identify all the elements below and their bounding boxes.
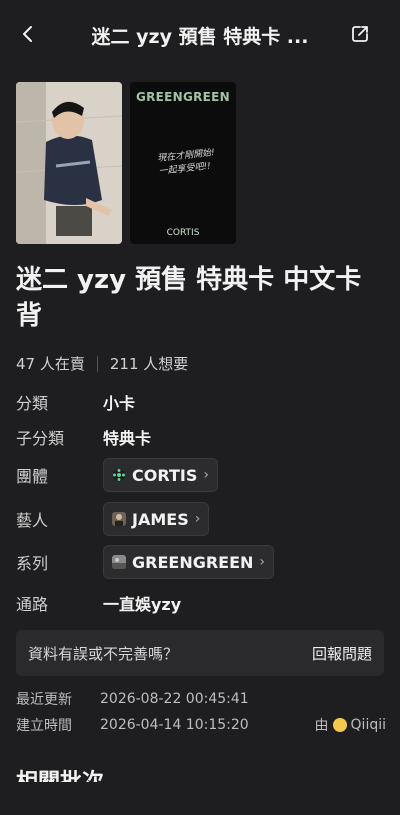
stats-divider — [96, 355, 98, 372]
created-row: 建立時間 2026-04-14 10:15:20 由 Qiiqii — [16, 714, 386, 736]
creator-avatar — [332, 718, 347, 732]
detail-label: 分類 — [16, 394, 49, 413]
cortis-logo-icon — [113, 469, 125, 481]
detail-label: 團體 — [16, 467, 49, 486]
report-box: 資料有誤或不完善嗎？ 回報問題 — [16, 630, 384, 676]
artist-name: JAMES — [132, 509, 189, 529]
updated-value: 2026-08-22 00:45:41 — [100, 691, 249, 707]
detail-value: 特典卡 — [103, 429, 152, 448]
detail-label: 藝人 — [16, 511, 49, 530]
detail-value: 一直娛yzy — [103, 595, 182, 614]
chevron-left-icon — [23, 26, 32, 42]
detail-row-subcategory: 子分類 特典卡 — [16, 421, 386, 453]
top-bar: 迷二 yzy 預售 特典卡 ... — [0, 0, 400, 70]
updated-label: 最近更新 — [16, 692, 72, 708]
detail-row-group: 團體 CORTIS › — [16, 458, 386, 492]
detail-label: 通路 — [16, 595, 49, 614]
group-name: CORTIS — [132, 465, 198, 485]
report-issue-button[interactable]: 回報問題 — [312, 643, 372, 664]
back-button[interactable] — [14, 20, 42, 48]
created-label: 建立時間 — [16, 718, 72, 734]
detail-value: 小卡 — [103, 394, 136, 413]
chevron-right-icon: › — [203, 467, 209, 483]
series-name: GREENGREEN — [132, 552, 254, 572]
card-front-image[interactable] — [16, 82, 122, 244]
stats-bar: 47 人在賣 211 人想要 — [16, 353, 188, 374]
created-value: 2026-04-14 10:15:20 — [100, 717, 249, 733]
wanting-count[interactable]: 211 人想要 — [110, 353, 188, 374]
card-back-logo: CORTIS — [166, 228, 200, 238]
card-back-image[interactable]: GREENGREEN 現在才剛開始! 一起享受吧!! CORTIS — [130, 82, 236, 244]
chevron-right-icon: › — [259, 554, 266, 570]
share-button[interactable] — [346, 20, 374, 48]
by-label: 由 — [314, 718, 329, 734]
related-batches-heading: 相關批次 — [16, 768, 104, 782]
detail-label: 系列 — [16, 554, 49, 573]
creator-name: Qiiqii — [350, 717, 386, 733]
series-chip[interactable]: GREENGREEN › — [103, 545, 275, 579]
detail-row-category: 分類 小卡 — [16, 386, 386, 418]
artist-avatar — [112, 512, 126, 526]
page-title: 迷二 yzy 預售 特典卡 中文卡背 — [16, 265, 362, 331]
group-chip[interactable]: CORTIS › — [103, 458, 218, 492]
detail-label: 子分類 — [16, 429, 65, 448]
series-thumbnail — [112, 555, 126, 569]
page-header-title: 迷二 yzy 預售 特典卡 ... — [91, 26, 309, 48]
share-icon — [352, 26, 368, 42]
artist-chip[interactable]: JAMES › — [103, 502, 210, 536]
selling-count[interactable]: 47 人在賣 — [16, 353, 85, 374]
chevron-right-icon: › — [194, 511, 201, 527]
card-back-handwriting: 現在才剛開始! 一起享受吧!! — [156, 148, 216, 177]
card-front-illustration — [16, 82, 122, 244]
detail-row-series: 系列 GREENGREEN › — [16, 545, 386, 579]
card-back-brand: GREENGREEN — [135, 90, 231, 104]
detail-row-artist: 藝人 JAMES › — [16, 502, 386, 536]
updated-row: 最近更新 2026-08-22 00:45:41 — [16, 688, 386, 710]
report-question: 資料有誤或不完善嗎？ — [28, 644, 179, 663]
creator-info[interactable]: 由 Qiiqii — [315, 715, 386, 735]
detail-row-channel: 通路 一直娛yzy — [16, 587, 386, 619]
